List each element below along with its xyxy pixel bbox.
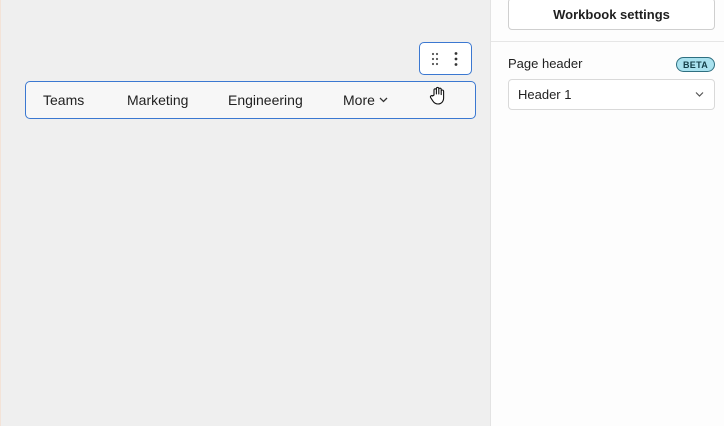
- nav-item-more[interactable]: More: [343, 82, 388, 118]
- drag-handle-icon: [431, 52, 438, 65]
- more-vertical-icon: [454, 51, 458, 66]
- page-header-select-value: Header 1: [518, 87, 572, 102]
- nav-more-label: More: [343, 92, 375, 108]
- panel-divider: [491, 41, 724, 42]
- page-header-label: Page header: [508, 56, 583, 71]
- chevron-down-icon: [695, 92, 704, 97]
- properties-panel: Workbook settings Page header BETA Heade…: [490, 0, 724, 426]
- hand-grab-icon: [429, 86, 445, 105]
- navigation-element[interactable]: Teams Marketing Engineering More: [25, 81, 476, 119]
- page-header-select[interactable]: Header 1: [508, 79, 715, 110]
- nav-item-marketing[interactable]: Marketing: [127, 82, 188, 118]
- nav-item-engineering[interactable]: Engineering: [228, 82, 303, 118]
- nav-item-teams[interactable]: Teams: [43, 82, 84, 118]
- workbook-canvas[interactable]: Teams Marketing Engineering More: [0, 0, 490, 426]
- element-toolbar: [419, 42, 472, 75]
- workbook-settings-button[interactable]: Workbook settings: [508, 0, 715, 30]
- more-options-button[interactable]: [446, 47, 466, 71]
- drag-handle-button[interactable]: [425, 47, 445, 71]
- beta-badge: BETA: [676, 57, 715, 72]
- chevron-down-icon: [379, 97, 388, 103]
